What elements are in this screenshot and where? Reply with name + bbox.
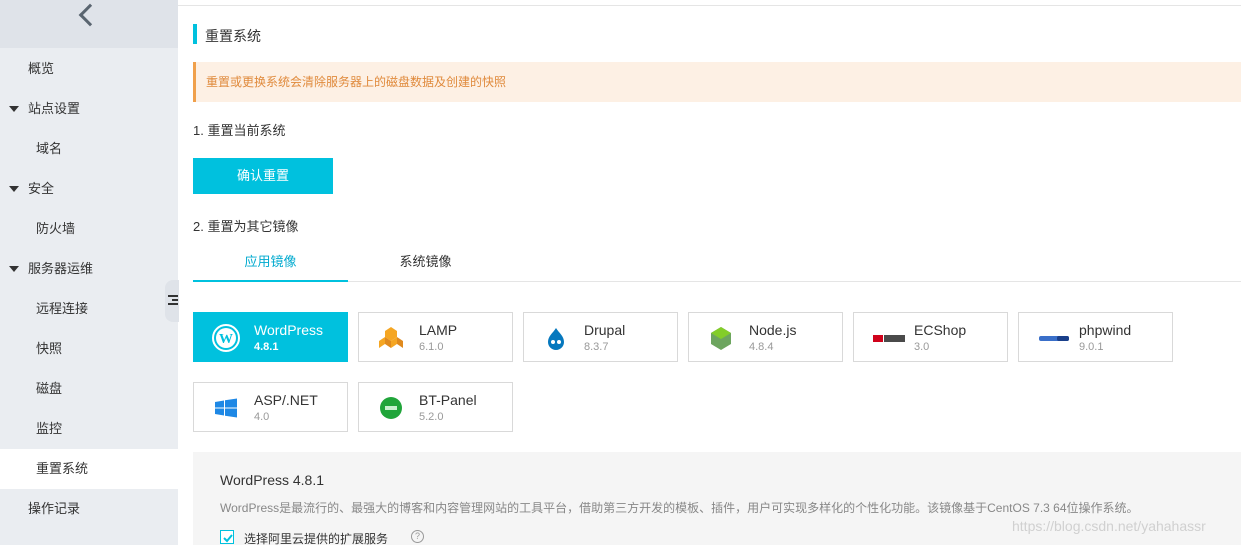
image-name: WordPress	[254, 322, 323, 338]
sidebar-item-remote-connect[interactable]: 远程连接	[0, 289, 178, 329]
image-name: BT-Panel	[419, 392, 477, 408]
tab-app-images[interactable]: 应用镜像	[193, 245, 348, 282]
sidebar-item-reset-system[interactable]: 重置系统	[0, 449, 178, 489]
image-name: Drupal	[584, 322, 626, 338]
sidebar: 概览 站点设置 域名 安全 防火墙 服务器运维 远程连接 快照 磁盘 监控 重置…	[0, 0, 178, 545]
checkmark-icon	[223, 534, 233, 543]
image-card-ecshop[interactable]: ECShop 3.0	[853, 312, 1008, 362]
image-name: LAMP	[419, 322, 458, 338]
sidebar-item-disk[interactable]: 磁盘	[0, 369, 178, 409]
sidebar-item-snapshot[interactable]: 快照	[0, 329, 178, 369]
image-name: ASP/.NET	[254, 392, 318, 408]
warning-banner: 重置或更换系统会清除服务器上的磁盘数据及创建的快照	[193, 62, 1241, 102]
sidebar-item-firewall[interactable]: 防火墙	[0, 209, 178, 249]
image-detail-description: WordPress是最流行的、最强大的博客和内容管理网站的工具平台，借助第三方开…	[220, 501, 1139, 515]
caret-down-icon	[9, 186, 19, 192]
sidebar-item-operation-log[interactable]: 操作记录	[0, 489, 178, 529]
image-card-aspnet[interactable]: ASP/.NET 4.0	[193, 382, 348, 432]
sidebar-item-label: 服务器运维	[28, 261, 94, 276]
sidebar-item-overview[interactable]: 概览	[0, 49, 178, 89]
image-version: 9.0.1	[1079, 341, 1104, 353]
step-reset-current: 1. 重置当前系统	[193, 123, 286, 138]
image-version: 5.2.0	[419, 411, 444, 423]
confirm-reset-button[interactable]: 确认重置	[193, 158, 333, 194]
title-accent	[193, 24, 197, 44]
extension-service-label[interactable]: 选择阿里云提供的扩展服务	[244, 530, 388, 547]
image-version: 4.0	[254, 411, 270, 423]
image-version: 8.3.7	[584, 341, 609, 353]
main-content: 重置系统 重置或更换系统会清除服务器上的磁盘数据及创建的快照 1. 重置当前系统…	[178, 0, 1241, 547]
svg-text:W: W	[219, 332, 233, 347]
caret-down-icon	[9, 106, 19, 112]
image-name: ECShop	[914, 322, 967, 338]
image-version: 6.1.0	[419, 341, 444, 353]
help-icon[interactable]: ?	[411, 530, 424, 543]
tab-system-images[interactable]: 系统镜像	[348, 245, 503, 282]
sidebar-item-server-ops[interactable]: 服务器运维	[0, 249, 178, 289]
image-name: phpwind	[1079, 322, 1132, 338]
sidebar-item-label: 安全	[28, 181, 55, 196]
watermark: https://blog.csdn.net/yahahassr	[1012, 518, 1206, 534]
sidebar-collapse-handle[interactable]	[165, 280, 179, 322]
btpanel-icon	[380, 397, 402, 419]
sidebar-item-monitor[interactable]: 监控	[0, 409, 178, 449]
image-version: 4.8.1	[254, 341, 279, 353]
image-name: Node.js	[749, 322, 797, 338]
image-detail-title: WordPress 4.8.1	[220, 472, 325, 488]
image-card-phpwind[interactable]: phpwind 9.0.1	[1018, 312, 1173, 362]
image-tabs: 应用镜像 系统镜像	[193, 245, 1241, 282]
nodejs-icon	[711, 327, 731, 350]
caret-down-icon	[9, 266, 19, 272]
phpwind-icon	[1039, 336, 1069, 341]
sidebar-item-security[interactable]: 安全	[0, 169, 178, 209]
image-card-nodejs[interactable]: Node.js 4.8.4	[688, 312, 843, 362]
drupal-icon	[548, 328, 564, 350]
image-card-lamp[interactable]: LAMP 6.1.0	[358, 312, 513, 362]
image-card-btpanel[interactable]: BT-Panel 5.2.0	[358, 382, 513, 432]
windows-icon	[215, 398, 237, 418]
lamp-icon	[379, 327, 403, 348]
image-card-drupal[interactable]: Drupal 8.3.7	[523, 312, 678, 362]
back-button[interactable]	[0, 0, 178, 48]
page-title: 重置系统	[205, 28, 261, 44]
sidebar-item-site-settings[interactable]: 站点设置	[0, 89, 178, 129]
chevron-left-icon	[78, 3, 102, 27]
sidebar-item-domain[interactable]: 域名	[0, 129, 178, 169]
step-reset-other-image: 2. 重置为其它镜像	[193, 219, 299, 234]
image-version: 4.8.4	[749, 341, 774, 353]
wordpress-icon: W	[212, 324, 240, 352]
extension-service-checkbox[interactable]	[220, 530, 234, 544]
menu-collapse-icon	[168, 295, 178, 307]
sidebar-item-label: 站点设置	[28, 101, 81, 116]
image-version: 3.0	[914, 341, 930, 353]
ecshop-icon	[872, 334, 906, 343]
image-card-wordpress[interactable]: W WordPress 4.8.1	[193, 312, 348, 362]
divider	[178, 5, 1241, 6]
